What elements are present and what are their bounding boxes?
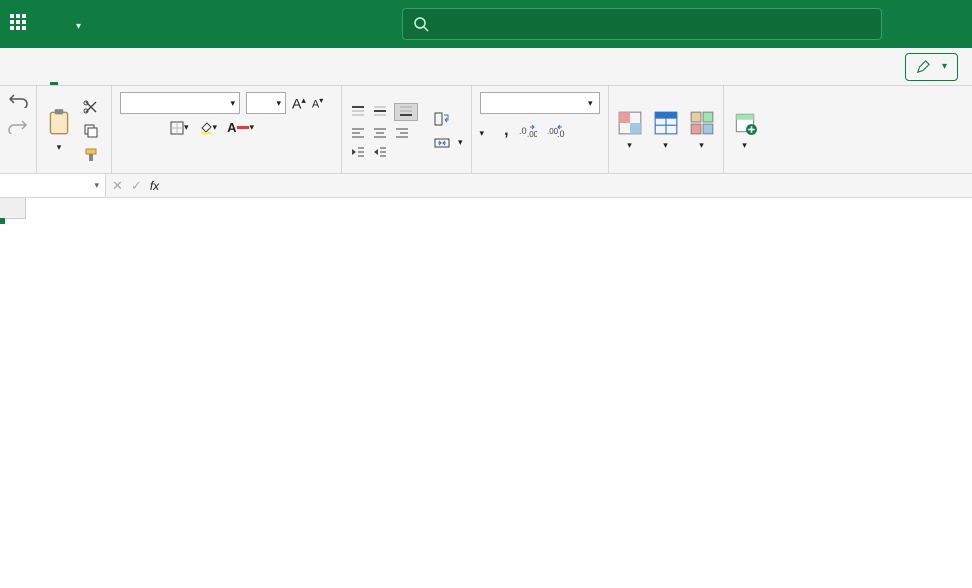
comma-button[interactable]: , <box>504 122 508 140</box>
increase-indent-button[interactable] <box>372 145 388 159</box>
merge-center-button[interactable]: ▾ <box>434 136 463 150</box>
align-right-button[interactable] <box>394 126 410 140</box>
paste-button[interactable]: ▾ <box>45 108 73 153</box>
chevron-down-icon: ▾ <box>76 21 81 32</box>
search-icon <box>413 16 429 32</box>
chevron-down-icon: ▾ <box>942 61 947 72</box>
font-name-select[interactable]: ▾ <box>120 92 240 114</box>
font-size-select[interactable]: ▾ <box>246 92 286 114</box>
tab-insert[interactable] <box>68 48 96 85</box>
insert-icon <box>732 110 758 136</box>
group-label <box>732 169 758 171</box>
svg-text:.0: .0 <box>557 129 565 138</box>
conditional-formatting-button[interactable]: ▾ <box>617 110 643 151</box>
insert-cells-button[interactable]: ▾ <box>732 110 758 151</box>
merge-icon <box>434 136 450 150</box>
scissors-icon <box>83 99 99 115</box>
copy-icon <box>83 123 99 139</box>
name-box[interactable]: ▾ <box>0 174 106 197</box>
select-all-corner[interactable] <box>0 198 26 219</box>
border-icon <box>170 121 184 135</box>
cut-button[interactable] <box>79 97 103 117</box>
wrap-text-button[interactable] <box>434 112 463 126</box>
border-button[interactable]: ▾ <box>170 121 189 135</box>
search-input[interactable] <box>402 8 882 40</box>
doc-title[interactable]: ▾ <box>64 16 81 32</box>
svg-text:.0: .0 <box>519 126 527 136</box>
group-label <box>45 169 103 171</box>
app-launcher-icon[interactable] <box>10 14 30 34</box>
title-bar: ▾ <box>0 0 972 48</box>
tab-page-layout[interactable] <box>124 48 152 85</box>
svg-text:.00: .00 <box>527 130 537 138</box>
redo-button[interactable] <box>8 118 28 134</box>
fx-icon[interactable]: fx <box>150 179 159 193</box>
enter-formula-button[interactable]: ✓ <box>131 178 142 194</box>
undo-button[interactable] <box>8 92 28 108</box>
group-alignment: ▾ <box>342 86 472 173</box>
align-center-button[interactable] <box>372 126 388 140</box>
tab-review[interactable] <box>208 48 236 85</box>
grow-font-button[interactable]: A▴ <box>292 95 306 112</box>
tab-automate[interactable] <box>264 48 292 85</box>
format-painter-button[interactable] <box>79 145 103 165</box>
group-clipboard: ▾ <box>37 86 112 173</box>
group-cells: ▾ <box>724 86 766 173</box>
group-number: ▾ ▾ , .0.00 .00.0 <box>472 86 609 173</box>
currency-button[interactable]: ▾ <box>480 124 485 139</box>
increase-decimal-button[interactable]: .0.00 <box>519 124 537 138</box>
styles-icon <box>689 110 715 136</box>
pencil-icon <box>916 60 930 74</box>
group-label <box>617 169 715 171</box>
chevron-down-icon: ▾ <box>57 142 62 153</box>
active-cell-cursor <box>0 219 4 223</box>
ribbon-tabs: ▾ <box>0 48 972 86</box>
ribbon: ▾ ▾ ▾ A▴ A▾ ▾ ▾ <box>0 86 972 174</box>
align-bottom-button[interactable] <box>394 103 418 121</box>
align-left-button[interactable] <box>350 126 366 140</box>
clipboard-icon <box>45 108 73 138</box>
group-undo <box>0 86 37 173</box>
tab-file[interactable] <box>12 48 40 85</box>
format-as-table-button[interactable]: ▾ <box>653 110 679 151</box>
tab-draw[interactable] <box>96 48 124 85</box>
group-styles: ▾ ▾ ▾ <box>609 86 724 173</box>
align-top-button[interactable] <box>350 105 366 119</box>
paintbrush-icon <box>83 147 99 163</box>
cell-styles-button[interactable]: ▾ <box>689 110 715 151</box>
tab-data[interactable] <box>180 48 208 85</box>
align-middle-button[interactable] <box>372 105 388 119</box>
tab-view[interactable] <box>236 48 264 85</box>
copy-button[interactable] <box>79 121 103 141</box>
spreadsheet <box>0 198 972 219</box>
group-label <box>120 169 333 171</box>
mode-editing-button[interactable]: ▾ <box>905 53 958 81</box>
cancel-formula-button[interactable]: ✕ <box>112 178 123 194</box>
cond-format-icon <box>617 110 643 136</box>
group-font: ▾ ▾ A▴ A▾ ▾ ▾ A▾ <box>112 86 342 173</box>
group-label <box>8 169 28 171</box>
decrease-decimal-button[interactable]: .00.0 <box>547 124 565 138</box>
wrap-icon <box>434 112 450 126</box>
bucket-icon <box>199 121 213 135</box>
fill-color-button[interactable]: ▾ <box>199 121 218 135</box>
decrease-indent-button[interactable] <box>350 145 366 159</box>
shrink-font-button[interactable]: A▾ <box>312 96 323 111</box>
group-label <box>350 169 463 171</box>
tab-home[interactable] <box>40 48 68 85</box>
font-color-button[interactable]: A▾ <box>227 120 254 135</box>
group-label <box>480 169 600 171</box>
table-icon <box>653 110 679 136</box>
tab-formulas[interactable] <box>152 48 180 85</box>
formula-bar-row: ▾ ✕ ✓ fx <box>0 174 972 198</box>
tab-help[interactable] <box>292 48 320 85</box>
number-format-select[interactable]: ▾ <box>480 92 600 114</box>
